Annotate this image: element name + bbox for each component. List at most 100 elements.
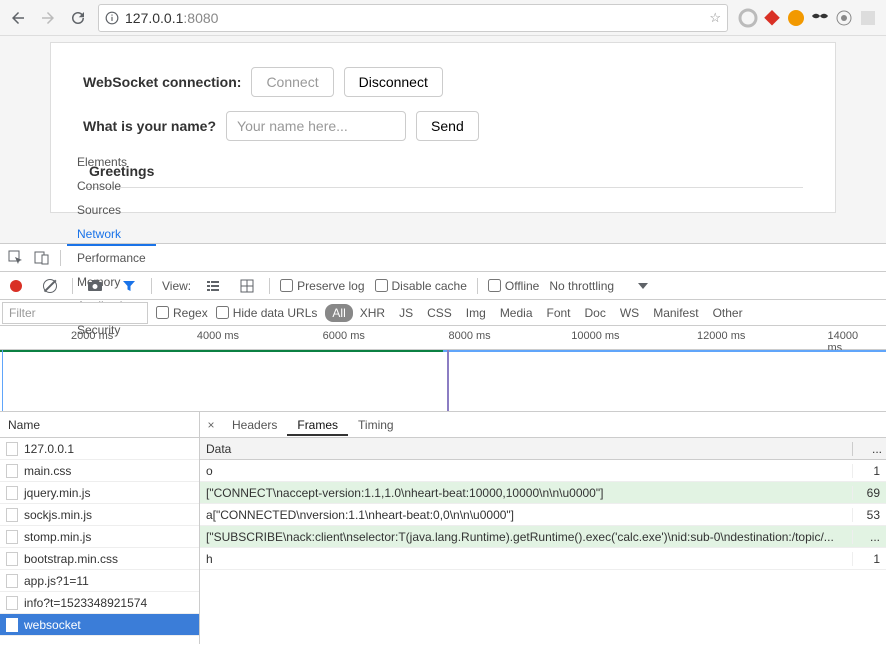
request-row[interactable]: jquery.min.js: [0, 482, 199, 504]
frame-row[interactable]: a["CONNECTED\nversion:1.1\nheart-beat:0,…: [200, 504, 886, 526]
throttling-dropdown[interactable]: No throttling: [549, 279, 648, 293]
request-row[interactable]: stomp.min.js: [0, 526, 199, 548]
network-panels: Name 127.0.0.1main.cssjquery.min.jssockj…: [0, 412, 886, 644]
request-row[interactable]: info?t=1523348921574: [0, 592, 199, 614]
type-filter-doc[interactable]: Doc: [578, 304, 613, 322]
tab-performance[interactable]: Performance: [67, 246, 156, 270]
chevron-down-icon: [638, 283, 648, 289]
disable-cache-checkbox[interactable]: Disable cache: [375, 279, 467, 293]
frames-data-header[interactable]: Data: [200, 442, 852, 456]
file-icon: [6, 486, 18, 500]
greetings-header: Greetings: [83, 155, 803, 188]
tab-elements[interactable]: Elements: [67, 150, 156, 174]
disconnect-button[interactable]: Disconnect: [344, 67, 443, 97]
type-filter-font[interactable]: Font: [540, 304, 578, 322]
filter-input[interactable]: [2, 302, 148, 324]
ext-icon-6[interactable]: [858, 8, 878, 28]
request-row[interactable]: bootstrap.min.css: [0, 548, 199, 570]
back-button[interactable]: [4, 4, 32, 32]
frame-length: 1: [852, 552, 886, 566]
name-input[interactable]: [226, 111, 406, 141]
frame-row[interactable]: ["CONNECT\naccept-version:1.1,1.0\nheart…: [200, 482, 886, 504]
request-row[interactable]: sockjs.min.js: [0, 504, 199, 526]
request-name: stomp.min.js: [24, 530, 91, 544]
frame-row[interactable]: o1: [200, 460, 886, 482]
timeline-tick: 2000 ms: [71, 330, 113, 342]
detail-tab-frames[interactable]: Frames: [287, 414, 348, 436]
ext-icon-4[interactable]: [810, 8, 830, 28]
ext-icon-3[interactable]: [786, 8, 806, 28]
tab-memory[interactable]: Memory: [67, 270, 156, 294]
tab-sources[interactable]: Sources: [67, 198, 156, 222]
frame-row[interactable]: ["SUBSCRIBE\nack:client\nselector:T(java…: [200, 526, 886, 548]
list-view-icon[interactable]: [201, 274, 225, 298]
network-toolbar: View: Preserve log Disable cache Offline…: [0, 272, 886, 300]
grid-view-icon[interactable]: [235, 274, 259, 298]
request-name: websocket: [24, 618, 81, 632]
request-row[interactable]: websocket: [0, 614, 199, 636]
timeline-tick: 4000 ms: [197, 330, 239, 342]
hide-data-urls-checkbox[interactable]: Hide data URLs: [216, 306, 318, 320]
preserve-log-checkbox[interactable]: Preserve log: [280, 279, 364, 293]
type-filter-media[interactable]: Media: [493, 304, 540, 322]
type-filter-manifest[interactable]: Manifest: [646, 304, 705, 322]
websocket-label: WebSocket connection:: [83, 74, 241, 90]
filter-toggle-icon[interactable]: [117, 274, 141, 298]
frame-length: 53: [852, 508, 886, 522]
bookmark-star-icon[interactable]: ☆: [709, 10, 721, 26]
tab-console[interactable]: Console: [67, 174, 156, 198]
screenshot-icon[interactable]: [83, 274, 107, 298]
view-label: View:: [162, 279, 191, 293]
forward-button[interactable]: [34, 4, 62, 32]
type-filter-xhr[interactable]: XHR: [353, 304, 392, 322]
file-icon: [6, 508, 18, 522]
regex-checkbox[interactable]: Regex: [156, 306, 208, 320]
clear-button[interactable]: [38, 274, 62, 298]
device-toggle-icon[interactable]: [30, 246, 54, 270]
type-filter-all[interactable]: All: [325, 304, 352, 322]
detail-tab-timing[interactable]: Timing: [348, 414, 404, 436]
detail-tab-headers[interactable]: Headers: [222, 414, 287, 436]
timeline-overview[interactable]: [0, 350, 886, 412]
devtools-panel: ElementsConsoleSourcesNetworkPerformance…: [0, 243, 886, 644]
send-button[interactable]: Send: [416, 111, 479, 141]
type-filter-other[interactable]: Other: [706, 304, 750, 322]
request-name: info?t=1523348921574: [24, 596, 147, 610]
frame-length: 1: [852, 464, 886, 478]
name-column-header[interactable]: Name: [0, 412, 199, 438]
file-icon: [6, 596, 18, 610]
close-detail-icon[interactable]: ×: [200, 418, 222, 432]
frame-data: o: [200, 464, 852, 478]
devtools-tabs: ElementsConsoleSourcesNetworkPerformance…: [0, 244, 886, 272]
file-icon: [6, 464, 18, 478]
frame-row[interactable]: h1: [200, 548, 886, 570]
frame-data: h: [200, 552, 852, 566]
extension-icons: [734, 8, 882, 28]
timeline-ruler[interactable]: 2000 ms4000 ms6000 ms8000 ms10000 ms1200…: [0, 326, 886, 350]
address-text: 127.0.0.1:8080: [125, 10, 703, 26]
reload-button[interactable]: [64, 4, 92, 32]
frames-length-header[interactable]: ...: [852, 442, 886, 456]
timeline-tick: 8000 ms: [448, 330, 490, 342]
connect-button[interactable]: Connect: [251, 67, 333, 97]
type-filter-ws[interactable]: WS: [613, 304, 646, 322]
ext-icon-5[interactable]: [834, 8, 854, 28]
offline-checkbox[interactable]: Offline: [488, 279, 539, 293]
request-row[interactable]: app.js?1=11: [0, 570, 199, 592]
ext-icon-1[interactable]: [738, 8, 758, 28]
browser-toolbar: 127.0.0.1:8080 ☆: [0, 0, 886, 36]
frames-table: Data ... o1["CONNECT\naccept-version:1.1…: [200, 438, 886, 644]
type-filter-img[interactable]: Img: [459, 304, 493, 322]
ext-icon-2[interactable]: [762, 8, 782, 28]
name-label: What is your name?: [83, 118, 216, 134]
tab-network[interactable]: Network: [67, 222, 156, 246]
address-bar[interactable]: 127.0.0.1:8080 ☆: [98, 4, 728, 32]
type-filter-css[interactable]: CSS: [420, 304, 459, 322]
inspect-element-icon[interactable]: [4, 246, 28, 270]
detail-tabs: × HeadersFramesTiming: [200, 412, 886, 438]
info-icon[interactable]: [105, 11, 119, 25]
type-filter-js[interactable]: JS: [392, 304, 420, 322]
record-button[interactable]: [4, 274, 28, 298]
request-row[interactable]: main.css: [0, 460, 199, 482]
request-row[interactable]: 127.0.0.1: [0, 438, 199, 460]
